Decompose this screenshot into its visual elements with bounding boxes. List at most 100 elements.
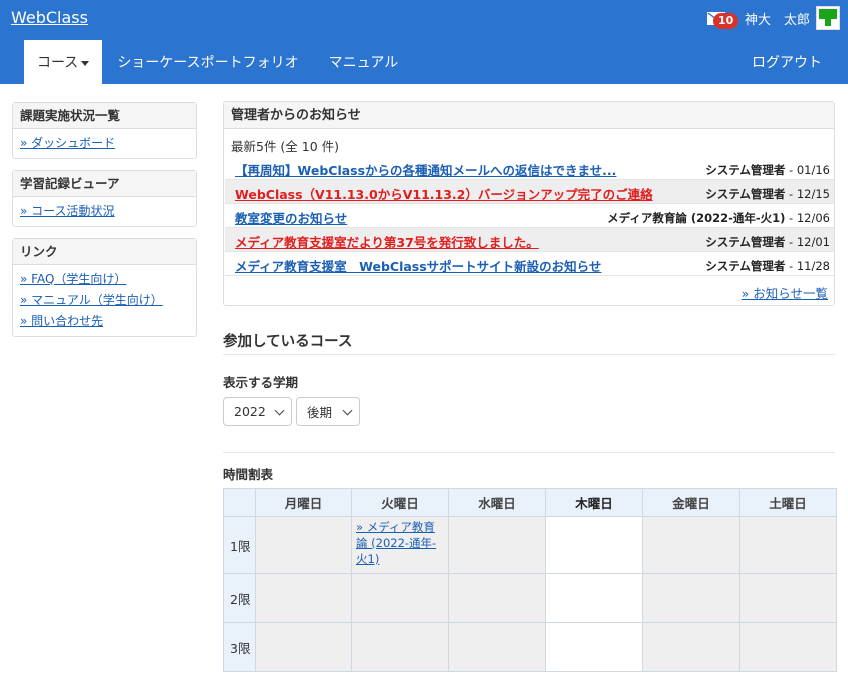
- notice-date: - 12/06: [785, 211, 830, 225]
- notice-row: 教室変更のお知らせ メディア教育論 (2022-通年-火1) - 12/06: [225, 204, 834, 228]
- notice-sender: システム管理者: [705, 187, 786, 201]
- timetable-cell: [351, 622, 449, 672]
- sidebar-panel-learning-record: 学習記録ビューア » コース活動状況: [12, 170, 197, 227]
- timetable-cell: [642, 516, 740, 574]
- timetable-cell: [351, 573, 449, 623]
- timetable-cell: [255, 622, 352, 672]
- timetable-cell-today: [545, 573, 643, 623]
- period-label: 3限: [223, 622, 256, 672]
- notice-title-link[interactable]: メディア教育支援室 WebClassサポートサイト新設のお知らせ: [235, 256, 601, 275]
- notices-title: 管理者からのお知らせ: [224, 102, 834, 129]
- sidebar-panel-links: リンク » FAQ（学生向け） » マニュアル（学生向け） » 問い合わせ先: [12, 238, 197, 337]
- timetable-cell: [739, 573, 837, 623]
- notice-row: 【再周知】WebClassからの各種通知メールへの返信はできませ... システム…: [225, 156, 834, 180]
- mail-notification[interactable]: 10: [706, 9, 739, 29]
- timetable-row: 1限 » メディア教育論 (2022-通年-火1): [223, 516, 837, 574]
- timetable-cell: [448, 622, 546, 672]
- caret-down-icon: [81, 60, 90, 66]
- manual-link[interactable]: » マニュアル（学生向け）: [20, 290, 189, 311]
- notice-title-link[interactable]: 教室変更のお知らせ: [235, 208, 347, 227]
- year-select[interactable]: 2022: [223, 397, 292, 426]
- all-notices-link[interactable]: » お知らせ一覧: [742, 283, 828, 302]
- sidebar-panel-title: 学習記録ビューア: [13, 171, 196, 197]
- notice-meta: システム管理者 - 12/01: [705, 234, 830, 250]
- admin-notices-panel: 管理者からのお知らせ 最新5件 (全 10 件) 【再周知】WebClassから…: [223, 101, 835, 306]
- timetable-header-row: 月曜日 火曜日 水曜日 木曜日 金曜日 土曜日: [223, 488, 837, 517]
- notice-title-link[interactable]: メディア教育支援室だより第37号を発行致しました。: [235, 232, 539, 251]
- sidebar-panel-assignments: 課題実施状況一覧 » ダッシュボード: [12, 102, 197, 159]
- chevron-down-icon: [274, 405, 285, 416]
- notice-title-link[interactable]: 【再周知】WebClassからの各種通知メールへの返信はできませ...: [235, 160, 616, 179]
- nav-showcase-portfolio[interactable]: ショーケースポートフォリオ: [102, 40, 313, 84]
- day-header: 月曜日: [255, 488, 352, 517]
- dashboard-link[interactable]: » ダッシュボード: [20, 133, 189, 154]
- timetable-cell: » メディア教育論 (2022-通年-火1): [351, 516, 449, 574]
- timetable-cell: [255, 573, 352, 623]
- timetable-cell-today: [545, 622, 643, 672]
- term-select[interactable]: 後期: [296, 397, 360, 426]
- timetable-heading: 時間割表: [223, 467, 274, 482]
- course-link[interactable]: » メディア教育論 (2022-通年-火1): [352, 517, 448, 569]
- nav-showcase-label: ショーケースポートフォリオ: [117, 55, 299, 71]
- notices-count: 最新5件 (全 10 件): [231, 139, 340, 154]
- nav-course-label: コース: [37, 55, 79, 71]
- main-nav: コース ショーケースポートフォリオ マニュアル: [24, 40, 413, 84]
- user-name[interactable]: 神大 太郎: [745, 9, 810, 28]
- sidebar-panel-title: リンク: [13, 239, 196, 265]
- notice-sender: システム管理者: [705, 235, 786, 249]
- day-header: 火曜日: [351, 488, 449, 517]
- nav-manual-label: マニュアル: [328, 55, 399, 71]
- timetable-cell: [642, 573, 740, 623]
- notice-date: - 01/16: [785, 163, 830, 177]
- notice-date: - 12/15: [785, 187, 830, 201]
- notice-row: メディア教育支援室 WebClassサポートサイト新設のお知らせ システム管理者…: [225, 252, 834, 276]
- logout-link[interactable]: ログアウト: [752, 40, 822, 84]
- mail-count-badge: 10: [712, 13, 739, 29]
- notice-meta: システム管理者 - 01/16: [705, 162, 830, 178]
- courses-heading: 参加しているコース: [223, 334, 353, 350]
- notice-date: - 11/28: [785, 259, 830, 273]
- divider: [223, 354, 835, 355]
- timetable-cell: [739, 516, 837, 574]
- notice-date: - 12/01: [785, 235, 830, 249]
- top-header: WebClass 10 神大 太郎 コース ショーケースポートフォリオ マニュア…: [0, 0, 848, 84]
- notice-title-link[interactable]: WebClass（V11.13.0からV11.13.2）バージョンアップ完了のご…: [235, 184, 653, 203]
- notice-meta: システム管理者 - 12/15: [705, 186, 830, 202]
- course-activity-link[interactable]: » コース活動状況: [20, 201, 189, 222]
- chevron-down-icon: [342, 405, 353, 416]
- nav-course[interactable]: コース: [24, 40, 103, 84]
- day-header-today: 木曜日: [545, 488, 643, 517]
- notice-meta: メディア教育論 (2022-通年-火1) - 12/06: [607, 210, 830, 226]
- notice-row: WebClass（V11.13.0からV11.13.2）バージョンアップ完了のご…: [225, 180, 834, 204]
- notice-sender: システム管理者: [705, 259, 786, 273]
- faq-link[interactable]: » FAQ（学生向け）: [20, 269, 189, 290]
- divider: [223, 452, 835, 453]
- nav-manual[interactable]: マニュアル: [314, 40, 414, 84]
- timetable-cell: [255, 516, 352, 574]
- notice-sender: システム管理者: [705, 163, 786, 177]
- day-header: 水曜日: [448, 488, 546, 517]
- notice-row: メディア教育支援室だより第37号を発行致しました。 システム管理者 - 12/0…: [225, 228, 834, 252]
- timetable-cell-today: [545, 516, 643, 574]
- notice-meta: システム管理者 - 11/28: [705, 258, 830, 274]
- timetable-row: 3限: [223, 622, 837, 672]
- timetable-cell: [642, 622, 740, 672]
- year-select-value: 2022: [234, 404, 266, 419]
- notice-sender: メディア教育論 (2022-通年-火1): [607, 211, 786, 225]
- period-label: 2限: [223, 573, 256, 623]
- period-label: 1限: [223, 516, 256, 574]
- day-header: 土曜日: [739, 488, 837, 517]
- timetable-corner: [223, 488, 256, 517]
- day-header: 金曜日: [642, 488, 740, 517]
- term-select-value: 後期: [307, 405, 333, 420]
- sidebar-panel-title: 課題実施状況一覧: [13, 103, 196, 129]
- timetable-cell: [448, 573, 546, 623]
- term-label: 表示する学期: [223, 375, 299, 390]
- timetable-cell: [739, 622, 837, 672]
- avatar[interactable]: [816, 6, 840, 30]
- timetable-cell: [448, 516, 546, 574]
- brand-link[interactable]: WebClass: [11, 8, 88, 27]
- contact-link[interactable]: » 問い合わせ先: [20, 311, 189, 332]
- timetable-row: 2限: [223, 573, 837, 623]
- user-area: 10 神大 太郎: [706, 5, 840, 31]
